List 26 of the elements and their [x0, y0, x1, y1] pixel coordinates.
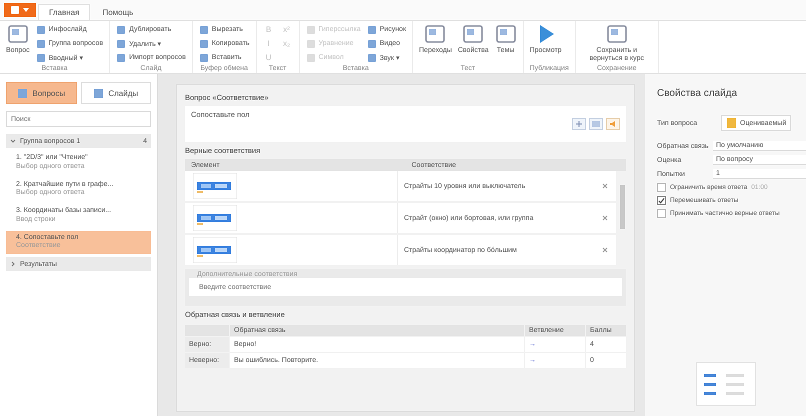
window-icon — [424, 23, 446, 45]
slide-thumbnail — [696, 362, 756, 406]
checkbox[interactable] — [657, 196, 666, 205]
panel-tab[interactable]: Вопросы — [6, 82, 76, 104]
ribbon-tab[interactable]: Главная — [38, 4, 90, 20]
menu-icon — [10, 5, 30, 15]
panel-title: Свойства слайда — [657, 88, 738, 99]
window-icon — [606, 23, 628, 45]
close-icon[interactable] — [602, 183, 608, 189]
chevron-icon — [10, 138, 16, 144]
window-icon — [6, 23, 29, 45]
image-icon — [589, 118, 603, 130]
formula-icon — [572, 118, 586, 130]
window-icon — [462, 23, 484, 45]
panel-tab[interactable]: Слайды — [80, 82, 151, 104]
window-icon — [494, 23, 517, 45]
speaker-icon — [606, 118, 620, 130]
close-icon[interactable] — [602, 215, 608, 221]
checkbox[interactable] — [657, 209, 666, 218]
scrollbar[interactable] — [620, 185, 625, 229]
close-icon[interactable] — [602, 247, 608, 253]
file-menu-button[interactable] — [4, 3, 36, 17]
chevron-icon — [10, 261, 16, 267]
header-cell — [185, 325, 229, 336]
checkbox[interactable] — [657, 183, 666, 192]
ribbon-tab[interactable]: Помощь — [92, 4, 144, 20]
